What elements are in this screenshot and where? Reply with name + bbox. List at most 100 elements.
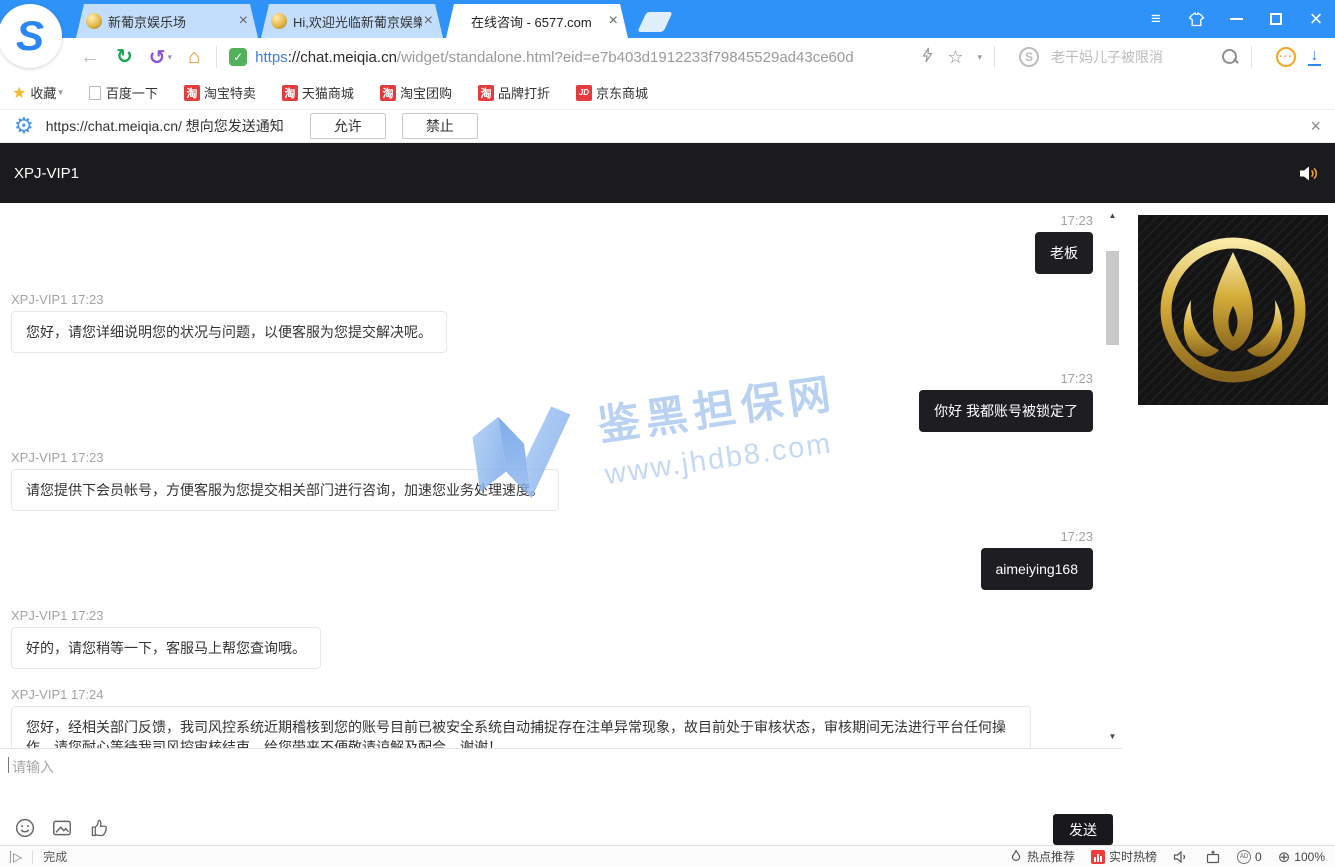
search-input[interactable]: 老干妈儿子被限消 (1051, 47, 1209, 67)
page-icon (89, 86, 101, 100)
chat-input[interactable]: 请输入 (8, 757, 908, 797)
divider (1251, 46, 1252, 68)
message-meta: XPJ-VIP1 17:23 (11, 292, 1093, 307)
chevron-down-icon[interactable]: ▾ (168, 52, 173, 63)
bookmark-taobao-group[interactable]: 淘 淘宝团购 (380, 83, 452, 102)
lightning-icon[interactable] (920, 47, 935, 68)
media-bar (10, 851, 11, 863)
tab-close-icon[interactable]: × (237, 13, 250, 29)
window-controls: ≡ × (1147, 0, 1325, 38)
taobao-icon: 淘 (282, 85, 298, 101)
message-time: 17:23 (11, 371, 1093, 386)
input-toolbar (14, 817, 110, 844)
minimize-icon[interactable] (1227, 10, 1245, 28)
divider (994, 46, 995, 68)
tab-close-icon[interactable]: × (607, 13, 620, 29)
scrollbar[interactable]: ▲ ▼ (1104, 203, 1121, 748)
bookmark-taobao-sale[interactable]: 淘 淘宝特卖 (184, 83, 256, 102)
scroll-up-icon[interactable]: ▲ (1104, 207, 1121, 223)
undo-history-control[interactable]: ↺ ▾ (149, 45, 172, 70)
address-bar[interactable]: https://chat.meiqia.cn/widget/standalone… (255, 49, 853, 66)
maximize-icon[interactable] (1267, 10, 1285, 28)
tab-strip: 新葡京娱乐场 × Hi,欢迎光临新葡京娱樂場 × 在线咨询 - 6577.com… (76, 4, 631, 38)
zoom-plus-icon: ⊕ (1278, 848, 1291, 866)
favorites-menu[interactable]: ★ 收藏 ▾ (12, 83, 63, 103)
download-icon[interactable]: ↓ (1308, 49, 1321, 66)
bookmark-star-icon[interactable]: ☆ (947, 47, 963, 68)
close-icon[interactable]: × (1307, 10, 1325, 28)
ad-block-counter[interactable]: JD AD 0 (1237, 850, 1262, 864)
gold-lotus-emblem (1153, 230, 1313, 390)
message-time: 17:23 (11, 213, 1093, 228)
bookmark-baidu[interactable]: 百度一下 (89, 83, 158, 102)
bookmark-label: 天猫商城 (302, 83, 354, 102)
taobao-icon: 淘 (380, 85, 396, 101)
bookmark-label: 京东商城 (596, 83, 648, 102)
browser-titlebar: 新葡京娱乐场 × Hi,欢迎光临新葡京娱樂場 × 在线咨询 - 6577.com… (0, 0, 1335, 38)
extensions-icon[interactable]: ··· (1276, 47, 1296, 67)
box-plus-icon (1205, 849, 1221, 865)
flame-icon (1009, 849, 1023, 864)
thumbs-up-icon[interactable] (88, 817, 110, 844)
tab-title: Hi,欢迎光临新葡京娱樂場 (293, 12, 422, 31)
page-status: 完成 (43, 848, 67, 865)
tab-close-icon[interactable]: × (422, 13, 435, 29)
tab-online-chat-active[interactable]: 在线咨询 - 6577.com × (446, 4, 628, 38)
back-icon[interactable]: ← (80, 47, 100, 67)
chevron-down-icon[interactable]: ▾ (977, 52, 982, 63)
text-cursor (8, 757, 9, 773)
chat-header: XPJ-VIP1 (0, 143, 1335, 203)
security-shield-icon[interactable]: ✓ (229, 48, 247, 66)
message-time: 17:23 (11, 529, 1093, 544)
search-icon[interactable] (1221, 48, 1239, 66)
allow-button[interactable]: 允许 (310, 113, 386, 139)
bookmark-label: 淘宝团购 (400, 83, 452, 102)
gold-coin-favicon (86, 13, 102, 29)
bookmarks-bar: ★ 收藏 ▾ 百度一下 淘 淘宝特卖 淘 天猫商城 淘 淘宝团购 淘 品牌打折 … (0, 76, 1335, 110)
menu-icon[interactable]: ≡ (1147, 10, 1165, 28)
play-glyph: ▷ (13, 850, 22, 864)
url-path: /widget/standalone.html?eid=e7b403d19122… (397, 49, 854, 66)
divider (32, 850, 33, 864)
bookmark-tmall[interactable]: 淘 天猫商城 (282, 83, 354, 102)
gear-icon: ⚙ (14, 115, 34, 137)
sogou-browser-logo[interactable]: S (0, 4, 62, 68)
skin-tshirt-icon[interactable] (1187, 10, 1205, 28)
agent-bubble: 好的，请您稍等一下，客服马上帮您查询哦。 (11, 627, 321, 669)
send-button[interactable]: 发送 (1053, 814, 1113, 845)
visitor-message: 17:23 aimeiying168 (11, 529, 1093, 590)
url-scheme: https (255, 49, 288, 66)
new-tab-button[interactable] (637, 12, 672, 32)
chat-input-area: 请输入 发送 (0, 748, 1122, 845)
bookmark-label: 品牌打折 (498, 83, 550, 102)
taobao-icon: 淘 (478, 85, 494, 101)
agent-title: XPJ-VIP1 (14, 165, 79, 182)
undo-icon[interactable]: ↺ (149, 45, 166, 70)
tab-welcome[interactable]: Hi,欢迎光临新葡京娱樂場 × (261, 4, 443, 38)
add-box-tool[interactable] (1205, 849, 1221, 865)
close-icon[interactable]: × (1310, 116, 1321, 137)
tab-xinpujing[interactable]: 新葡京娱乐场 × (76, 4, 258, 38)
visitor-message: 17:23 老板 (11, 213, 1093, 274)
agent-message: XPJ-VIP1 17:23 您好，请您详细说明您的状况与问题，以便客服为您提交… (11, 292, 1093, 353)
emoji-icon[interactable] (14, 817, 36, 844)
deny-button[interactable]: 禁止 (402, 113, 478, 139)
ad-icon: AD (1237, 850, 1251, 864)
realtime-hot-label: 实时热榜 (1109, 848, 1157, 865)
reload-icon[interactable]: ↻ (116, 47, 133, 67)
zoom-control[interactable]: ⊕ 100% (1278, 848, 1325, 866)
speaker-icon[interactable] (1299, 165, 1321, 182)
sound-toggle[interactable] (1173, 849, 1189, 865)
bookmark-brand-discount[interactable]: 淘 品牌打折 (478, 83, 550, 102)
url-host: ://chat.meiqia.cn (288, 49, 397, 66)
scrollbar-thumb[interactable] (1106, 251, 1119, 345)
media-play-icon[interactable]: ▷ (10, 850, 22, 864)
hot-recommend-item[interactable]: 热点推荐 (1009, 848, 1075, 865)
browser-toolbar: ← ↻ ↺ ▾ ⌂ ✓ https://chat.meiqia.cn/widge… (0, 38, 1335, 76)
realtime-hot-item[interactable]: 实时热榜 (1091, 848, 1157, 865)
message-meta: XPJ-VIP1 17:23 (11, 450, 1093, 465)
image-upload-icon[interactable] (51, 817, 73, 844)
home-icon[interactable]: ⌂ (188, 47, 200, 67)
bookmark-jd[interactable]: JD 京东商城 (576, 83, 648, 102)
scroll-down-icon[interactable]: ▼ (1104, 728, 1121, 744)
